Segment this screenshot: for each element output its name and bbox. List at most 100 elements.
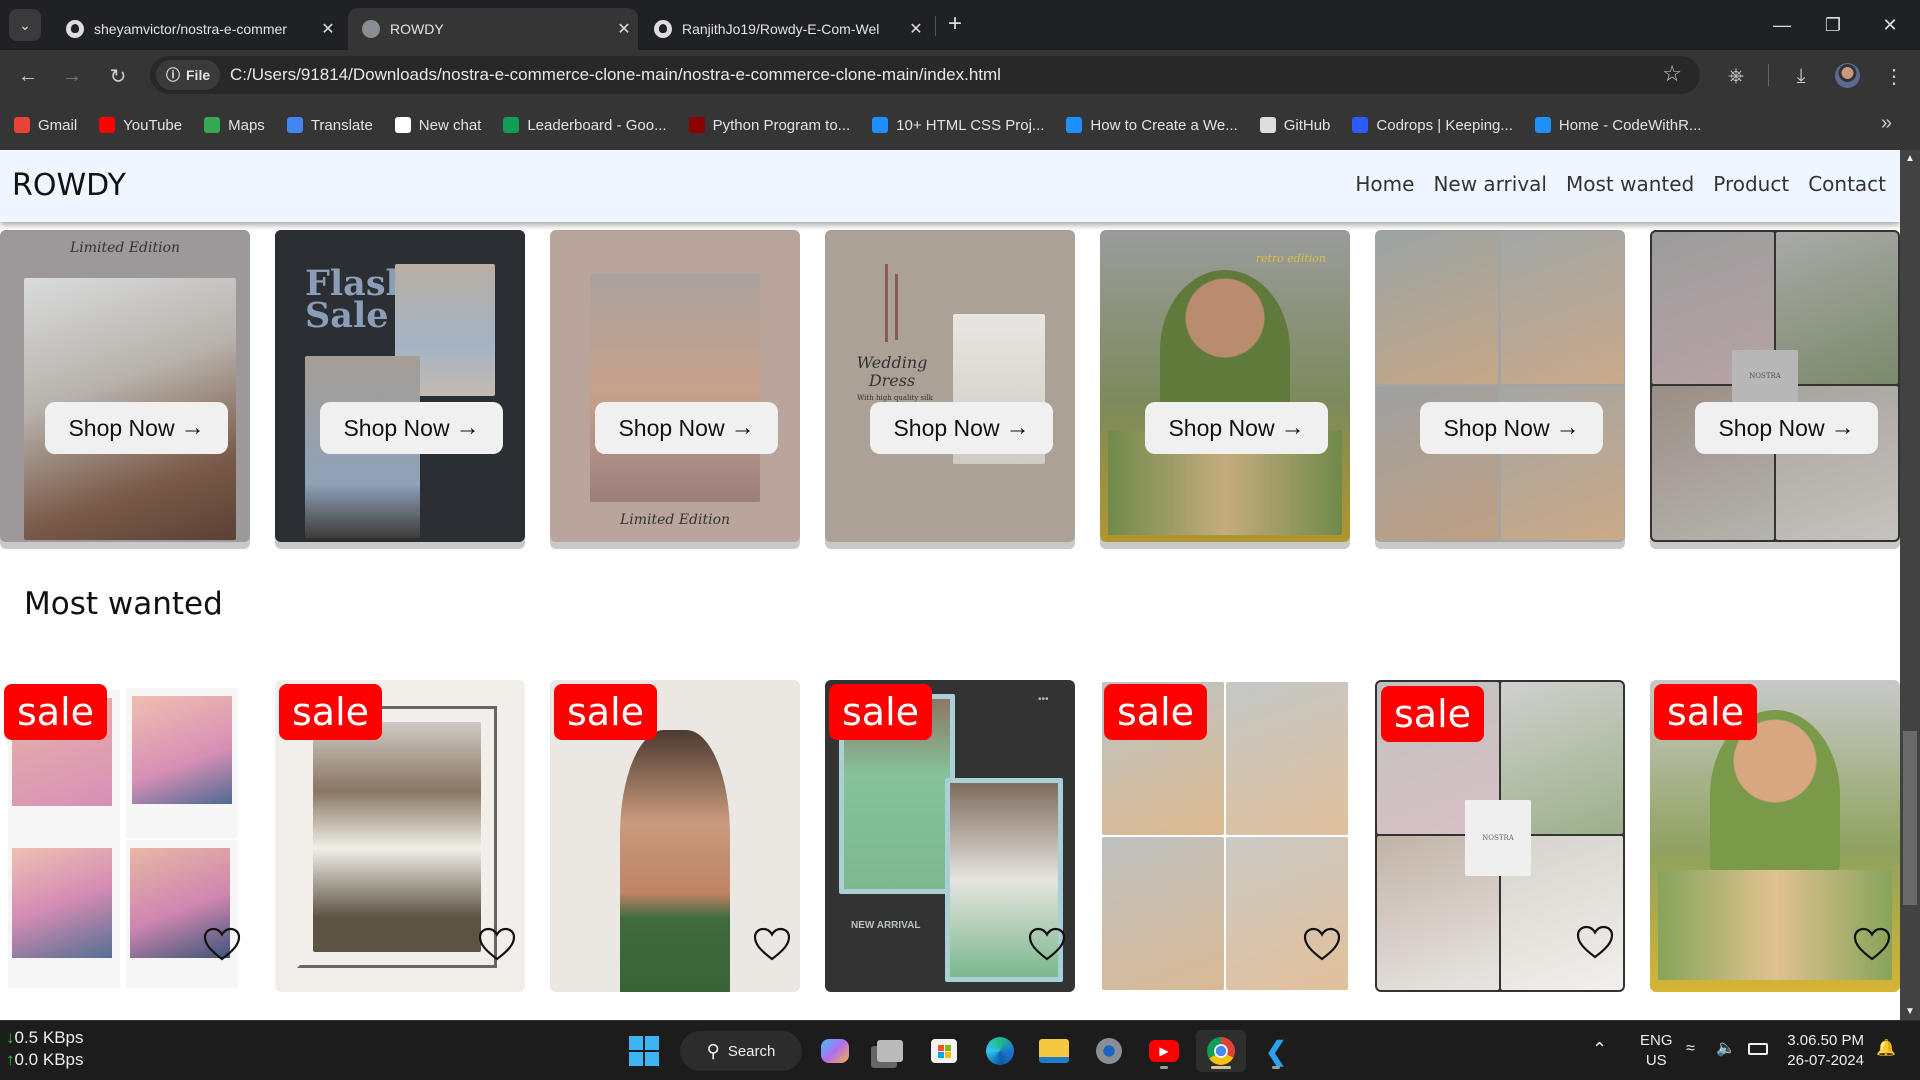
net-down-text: 0.5 KBps bbox=[14, 1028, 84, 1047]
bookmark-item[interactable]: YouTube bbox=[99, 117, 182, 134]
product-card[interactable]: sale bbox=[1100, 680, 1350, 992]
featured-card[interactable]: retro edition Shop Now → bbox=[1100, 230, 1350, 542]
heart-icon[interactable] bbox=[1575, 924, 1615, 960]
product-card[interactable]: sale bbox=[0, 680, 250, 992]
notification-bell-icon[interactable]: 🔔 bbox=[1876, 1039, 1896, 1059]
menu-kebab-icon[interactable]: ⋮ bbox=[1880, 62, 1908, 90]
store-icon[interactable] bbox=[922, 1030, 966, 1072]
vscode-icon[interactable]: ❮ bbox=[1254, 1030, 1298, 1072]
featured-card[interactable]: Limited Edition Shop Now → bbox=[0, 230, 250, 542]
tray-overflow-chevron[interactable]: ⌃ bbox=[1592, 1039, 1607, 1059]
forward-button[interactable]: → bbox=[58, 62, 86, 90]
bookmark-item[interactable]: Leaderboard - Goo... bbox=[503, 116, 667, 134]
scroll-down-arrow[interactable]: ▼ bbox=[1904, 1006, 1916, 1017]
nav-new-arrival[interactable]: New arrival bbox=[1433, 172, 1547, 196]
tab-title: RanjithJo19/Rowdy-E-Com-Wel bbox=[682, 21, 880, 37]
heart-icon[interactable] bbox=[1027, 926, 1067, 962]
toolbar-separator bbox=[1768, 64, 1769, 86]
shop-now-button[interactable]: Shop Now → bbox=[320, 402, 503, 454]
bookmark-item[interactable]: How to Create a We... bbox=[1066, 117, 1238, 134]
heart-icon[interactable] bbox=[1852, 926, 1892, 962]
nav-product[interactable]: Product bbox=[1713, 172, 1789, 196]
clock[interactable]: 3.06.50 PM 26-07-2024 bbox=[1784, 1031, 1864, 1071]
heart-icon[interactable] bbox=[477, 926, 517, 962]
address-bar[interactable]: ⓘ File C:/Users/91814/Downloads/nostra-e… bbox=[150, 56, 1700, 94]
product-card[interactable]: sale bbox=[550, 680, 800, 992]
start-button[interactable] bbox=[622, 1030, 666, 1072]
collage-photo bbox=[1102, 837, 1224, 990]
site-info-button[interactable]: ⓘ File bbox=[156, 60, 221, 90]
scroll-up-arrow[interactable]: ▲ bbox=[1904, 153, 1916, 164]
bookmark-item[interactable]: Maps bbox=[204, 117, 265, 134]
bookmark-item[interactable]: New chat bbox=[394, 117, 481, 134]
bookmark-star-icon[interactable]: ☆ bbox=[1662, 61, 1682, 87]
heart-icon[interactable] bbox=[1302, 926, 1342, 962]
bookmark-item[interactable]: Gmail bbox=[14, 117, 77, 134]
tab-1[interactable]: sheyamvictor/nostra-e-commer ✕ bbox=[52, 8, 342, 50]
bookmark-item[interactable]: Codrops | Keeping... bbox=[1352, 117, 1513, 134]
tab-3[interactable]: RanjithJo19/Rowdy-E-Com-Wel ✕ bbox=[640, 8, 930, 50]
youtube-icon[interactable]: ▶ bbox=[1142, 1030, 1186, 1072]
close-tab-icon[interactable]: ✕ bbox=[314, 19, 342, 39]
nav-home[interactable]: Home bbox=[1355, 172, 1414, 196]
bookmark-item[interactable]: GitHub bbox=[1259, 116, 1331, 134]
language-indicator[interactable]: ENG US bbox=[1640, 1031, 1673, 1071]
product-card[interactable]: NOSTRA sale bbox=[1375, 680, 1625, 992]
copilot-icon[interactable] bbox=[813, 1030, 857, 1072]
battery-icon[interactable] bbox=[1748, 1043, 1768, 1055]
reload-button[interactable]: ↻ bbox=[104, 62, 132, 90]
bookmark-item[interactable]: 10+ HTML CSS Proj... bbox=[872, 117, 1044, 134]
close-window-button[interactable]: ✕ bbox=[1860, 0, 1920, 50]
tab-2-active[interactable]: ROWDY ✕ bbox=[348, 8, 638, 50]
edge-icon[interactable] bbox=[978, 1030, 1022, 1072]
product-card[interactable]: sale bbox=[275, 680, 525, 992]
url-text[interactable]: C:/Users/91814/Downloads/nostra-e-commer… bbox=[230, 65, 1001, 85]
bookmarks-overflow-button[interactable]: » bbox=[1881, 112, 1892, 135]
chrome-icon[interactable] bbox=[1196, 1030, 1246, 1072]
back-button[interactable]: ← bbox=[14, 62, 42, 90]
scroll-thumb[interactable] bbox=[1903, 731, 1917, 905]
shop-now-button[interactable]: Shop Now → bbox=[870, 402, 1053, 454]
task-view-icon[interactable] bbox=[868, 1030, 912, 1072]
shop-now-button[interactable]: Shop Now → bbox=[595, 402, 778, 454]
product-card[interactable]: NEW ARRIVAL ••• sale bbox=[825, 680, 1075, 992]
settings-icon[interactable] bbox=[1087, 1030, 1131, 1072]
bookmark-item[interactable]: Python Program to... bbox=[688, 117, 850, 134]
close-tab-icon[interactable]: ✕ bbox=[610, 19, 638, 39]
site-nav: Home New arrival Most wanted Product Con… bbox=[1355, 172, 1886, 196]
shop-now-button[interactable]: Shop Now → bbox=[1145, 402, 1328, 454]
bookmark-label: GitHub bbox=[1283, 116, 1331, 134]
restore-button[interactable]: ❐ bbox=[1803, 0, 1863, 50]
close-tab-icon[interactable]: ✕ bbox=[902, 19, 930, 39]
heart-icon[interactable] bbox=[202, 926, 242, 962]
page-scrollbar[interactable]: ▲ ▼ bbox=[1900, 150, 1920, 1020]
taskbar-search[interactable]: ⚲ Search bbox=[680, 1031, 802, 1071]
profile-avatar[interactable] bbox=[1835, 63, 1860, 88]
featured-card[interactable]: Shop Now → bbox=[1375, 230, 1625, 542]
nav-most-wanted[interactable]: Most wanted bbox=[1566, 172, 1694, 196]
featured-card[interactable]: Flash Sale Shop Now → bbox=[275, 230, 525, 542]
tab-search-button[interactable]: ⌄ bbox=[9, 9, 41, 41]
volume-icon[interactable]: 🔈 bbox=[1716, 1039, 1736, 1059]
product-card[interactable]: sale bbox=[1650, 680, 1900, 992]
collage-photo bbox=[1501, 231, 1624, 384]
wifi-icon[interactable]: ≈ bbox=[1686, 1039, 1695, 1059]
file-explorer-icon[interactable] bbox=[1032, 1030, 1076, 1072]
network-speed-widget: ↓0.5 KBps ↑0.0 KBps bbox=[6, 1027, 84, 1071]
featured-card[interactable]: NOSTRA Shop Now → bbox=[1650, 230, 1900, 542]
bookmark-item[interactable]: Translate bbox=[286, 117, 373, 134]
bookmark-label: Leaderboard - Goo... bbox=[527, 116, 667, 134]
site-logo[interactable]: ROWDY bbox=[12, 168, 126, 203]
shop-now-button[interactable]: Shop Now → bbox=[1420, 402, 1603, 454]
nav-contact[interactable]: Contact bbox=[1808, 172, 1886, 196]
shop-now-button[interactable]: Shop Now → bbox=[45, 402, 228, 454]
featured-card[interactable]: Limited Edition Shop Now → bbox=[550, 230, 800, 542]
heart-icon[interactable] bbox=[752, 926, 792, 962]
featured-card[interactable]: Wedding Dress With high quality silk Sho… bbox=[825, 230, 1075, 542]
download-icon[interactable]: ⤓ bbox=[1787, 62, 1815, 90]
new-tab-button[interactable]: + bbox=[948, 10, 962, 38]
shop-now-button[interactable]: Shop Now → bbox=[1695, 402, 1878, 454]
lang-region: US bbox=[1645, 1052, 1667, 1069]
bookmark-item[interactable]: Home - CodeWithR... bbox=[1534, 117, 1701, 134]
extensions-icon[interactable]: ⎈ bbox=[1722, 62, 1750, 90]
